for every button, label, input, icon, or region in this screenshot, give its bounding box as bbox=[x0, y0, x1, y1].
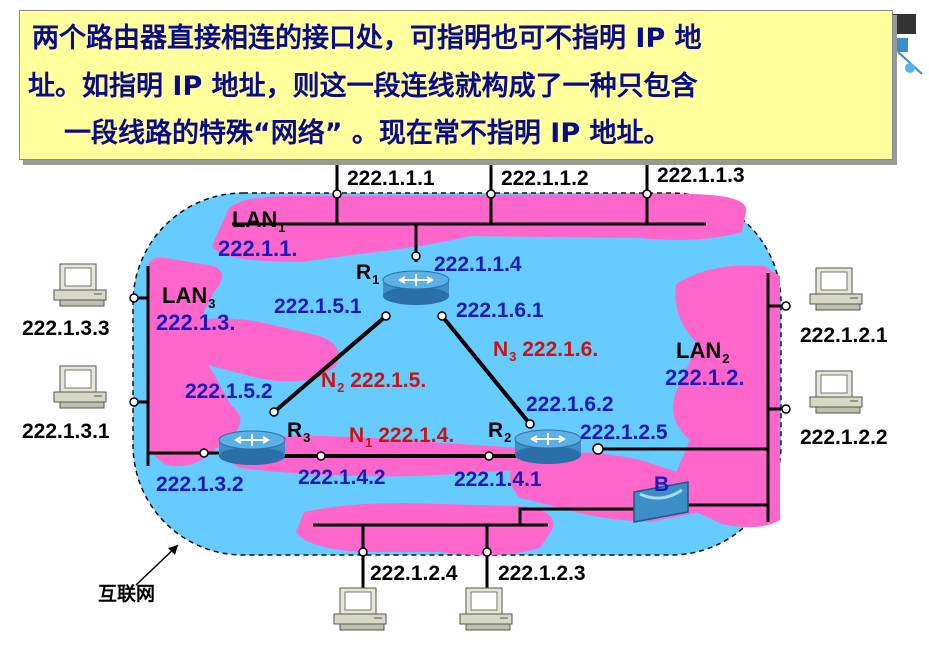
lan2-port-4 bbox=[358, 547, 368, 557]
ip-r2-n1: 222.1.4.1 bbox=[454, 468, 542, 491]
ip-r2-lan2: 222.1.2.5 bbox=[580, 421, 668, 444]
lan2-name: LAN bbox=[676, 338, 722, 363]
router-r3 bbox=[218, 430, 286, 466]
r2-label: R2 bbox=[488, 420, 511, 444]
ip-r2-n3: 222.1.6.2 bbox=[526, 393, 614, 416]
lan2-subscript: 2 bbox=[722, 351, 730, 366]
n1-subscript: 1 bbox=[365, 435, 373, 450]
r3-label: R3 bbox=[287, 420, 310, 444]
n3-name: N bbox=[493, 338, 509, 361]
router-r2 bbox=[514, 429, 582, 465]
r2-name: R bbox=[488, 419, 504, 442]
callout-box: 两个路由器直接相连的接口处，可指明也可不指明 IP 地 址。如指明 IP 地址，… bbox=[19, 10, 893, 160]
ip-host-222-1-2-3: 222.1.2.3 bbox=[498, 562, 586, 585]
lan1-port-2 bbox=[486, 189, 496, 199]
r2-lan2-port bbox=[592, 443, 604, 455]
r2-n1-port bbox=[484, 451, 494, 461]
ip-host-222-1-2-1: 222.1.2.1 bbox=[800, 324, 888, 347]
r3-n2-port bbox=[269, 407, 279, 417]
lan2-network: 222.1.2. bbox=[665, 365, 745, 390]
callout-line-1: 两个路由器直接相连的接口处，可指明也可不指明 IP 地 bbox=[32, 23, 702, 54]
ip-r1-n3: 222.1.6.1 bbox=[456, 299, 544, 322]
r1-n3-port bbox=[437, 311, 447, 321]
lan1-subscript: 1 bbox=[278, 220, 286, 235]
ip-r1-n2: 222.1.5.1 bbox=[274, 295, 362, 318]
lan3-port-2 bbox=[129, 397, 139, 407]
ip-host-222-1-2-2: 222.1.2.2 bbox=[800, 426, 888, 449]
ip-r3-n2: 222.1.5.2 bbox=[185, 380, 273, 403]
lan3-network: 222.1.3. bbox=[156, 310, 236, 335]
n2-subscript: 2 bbox=[337, 380, 345, 395]
n3-network: 222.1.6. bbox=[522, 338, 599, 361]
lan1-name: LAN bbox=[232, 207, 278, 232]
lan1-label: LAN1 bbox=[232, 207, 286, 235]
host-222-1-3-1 bbox=[53, 365, 107, 409]
lan3-port-1 bbox=[129, 293, 139, 303]
n2-name: N bbox=[321, 369, 337, 392]
n1-label: N1 222.1.4. bbox=[349, 425, 454, 449]
ip-r1-lan1: 222.1.1.4 bbox=[434, 253, 522, 276]
r1-name: R bbox=[356, 261, 372, 284]
lan1-network: 222.1.1. bbox=[218, 236, 298, 261]
lan1-port-1 bbox=[332, 189, 342, 199]
n1-name: N bbox=[349, 424, 365, 447]
lan-bottom-band bbox=[296, 503, 554, 556]
r3-lan3-port bbox=[199, 448, 209, 458]
n2-network: 222.1.5. bbox=[350, 369, 427, 392]
r2-n3-port bbox=[525, 419, 535, 429]
host-222-1-2-2 bbox=[809, 370, 863, 414]
host-222-1-2-4 bbox=[333, 587, 387, 631]
r1-lan1-port bbox=[411, 251, 421, 261]
r2-subscript: 2 bbox=[504, 430, 512, 445]
r1-n2-port bbox=[381, 311, 391, 321]
host-222-1-2-3 bbox=[459, 587, 513, 631]
r1-label: R1 bbox=[356, 262, 379, 286]
lan2-port-3 bbox=[482, 547, 492, 557]
r3-n1-port bbox=[316, 451, 326, 461]
host-222-1-3-3 bbox=[53, 263, 107, 307]
n1-network: 222.1.4. bbox=[378, 424, 455, 447]
ip-r3-n1: 222.1.4.2 bbox=[298, 466, 386, 489]
ip-host-222-1-1-2: 222.1.1.2 bbox=[501, 167, 589, 190]
lan1-port-3 bbox=[642, 189, 652, 199]
n2-label: N2 222.1.5. bbox=[321, 370, 426, 394]
r1-subscript: 1 bbox=[372, 272, 380, 287]
lan3-label: LAN3 bbox=[162, 283, 216, 311]
router-r1 bbox=[382, 270, 450, 306]
lan2-label: LAN2 bbox=[676, 338, 730, 366]
callout-line-2: 址。如指明 IP 地址，则这一段连线就构成了一种只包含 bbox=[28, 71, 698, 102]
n3-subscript: 3 bbox=[509, 349, 517, 364]
ip-host-222-1-1-3: 222.1.1.3 bbox=[657, 164, 745, 187]
bridge-label: B bbox=[654, 473, 670, 496]
ip-host-222-1-3-3: 222.1.3.3 bbox=[22, 317, 110, 340]
callout-line-3: 一段线路的特殊“网络” 。现在常不指明 IP 地址。 bbox=[64, 118, 671, 149]
lan2-port-2 bbox=[781, 404, 791, 414]
host-222-1-2-1 bbox=[809, 267, 863, 311]
lan2-port-1 bbox=[781, 301, 791, 311]
internet-label: 互联网 bbox=[98, 583, 156, 605]
r3-subscript: 3 bbox=[303, 430, 311, 445]
n3-label: N3 222.1.6. bbox=[493, 339, 598, 363]
ip-r3-lan3: 222.1.3.2 bbox=[156, 473, 244, 496]
ip-host-222-1-1-1: 222.1.1.1 bbox=[347, 167, 435, 190]
ip-host-222-1-2-4: 222.1.2.4 bbox=[370, 562, 458, 585]
lan3-subscript: 3 bbox=[208, 296, 216, 311]
lan3-name: LAN bbox=[162, 283, 208, 308]
ip-host-222-1-3-1: 222.1.3.1 bbox=[22, 420, 110, 443]
r3-name: R bbox=[287, 419, 303, 442]
